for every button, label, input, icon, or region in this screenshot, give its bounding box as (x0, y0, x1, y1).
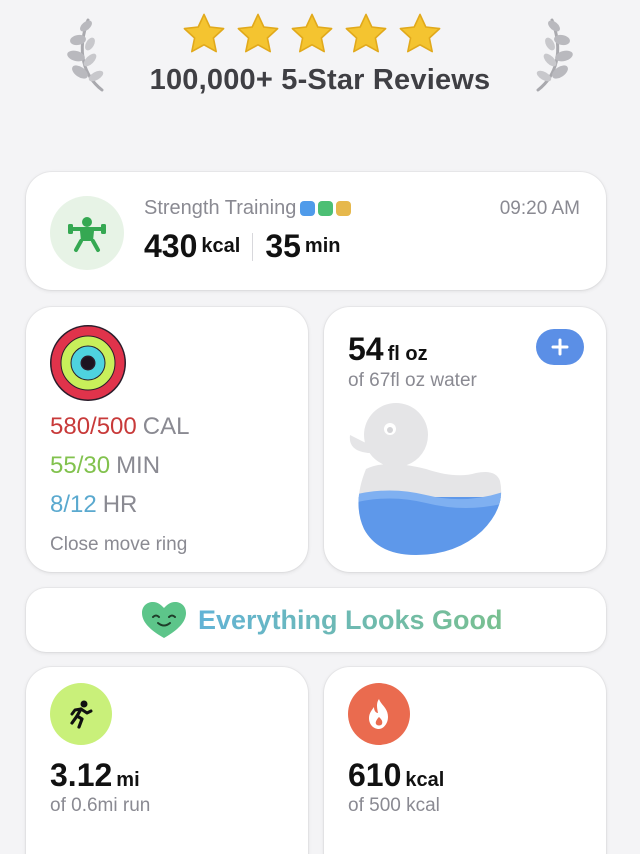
water-value: 54 (348, 331, 384, 367)
source-dot-blue (300, 201, 316, 216)
reviews-header: 100,000+ 5-Star Reviews (0, 0, 640, 150)
workout-time: 09:20 AM (499, 198, 580, 219)
run-metric: 3.12 mi (50, 757, 140, 794)
activity-rings-icon (48, 323, 128, 403)
run-value: 3.12 (50, 757, 113, 793)
close-ring-hint: Close move ring (50, 534, 188, 555)
exercise-line: 55/30 MIN (50, 452, 160, 480)
smiling-heart-icon (140, 600, 188, 640)
calories-metric: 610 kcal (348, 757, 444, 794)
exercise-label: MIN (116, 452, 161, 479)
source-dot-green (318, 201, 334, 216)
workout-duration-unit: min (304, 235, 341, 257)
source-dot-yellow (336, 201, 352, 216)
workout-title-text: Strength Training (144, 197, 297, 219)
calories-bars-chart (324, 827, 606, 854)
run-card[interactable]: 3.12 mi of 0.6mi run (26, 667, 308, 854)
star-icon (396, 10, 444, 58)
run-goal: of 0.6mi run (50, 795, 151, 816)
stats-divider (252, 232, 254, 261)
workout-duration: 35 (265, 228, 301, 264)
move-label: CAL (142, 413, 190, 440)
water-goal: of 67fl oz water (348, 370, 477, 391)
star-icon (234, 10, 282, 58)
activity-rings-card[interactable]: 580/500 CAL 55/30 MIN 8/12 HR Close move ri… (26, 307, 308, 572)
move-line: 580/500 CAL (50, 413, 189, 441)
calories-value: 610 (348, 757, 402, 793)
plus-icon (551, 338, 569, 356)
rating-stars (180, 10, 444, 58)
flame-icon (348, 683, 410, 745)
calories-goal: of 500 kcal (348, 795, 440, 816)
status-banner[interactable]: Everything Looks Good (26, 588, 606, 652)
run-bars-chart (26, 827, 308, 854)
stand-label: HR (102, 491, 138, 518)
calories-card[interactable]: 610 kcal of 500 kcal (324, 667, 606, 854)
reviews-label: 100,000+ 5-Star Reviews (149, 64, 491, 96)
water-unit: fl oz (387, 343, 428, 365)
move-value: 580/500 (50, 413, 137, 440)
workout-source-dots (300, 201, 352, 216)
stand-value: 8/12 (50, 491, 97, 518)
workout-calories: 430 (144, 228, 198, 264)
workout-title: Strength Training (144, 197, 352, 220)
running-icon (50, 683, 112, 745)
star-icon (180, 10, 228, 58)
star-icon (342, 10, 390, 58)
weightlifter-icon (50, 196, 124, 270)
star-icon (288, 10, 336, 58)
water-card[interactable]: 54 fl oz of 67fl oz water (324, 307, 606, 572)
stand-line: 8/12 HR (50, 491, 137, 519)
exercise-value: 55/30 (50, 452, 111, 479)
add-water-button[interactable] (536, 329, 584, 365)
calories-unit: kcal (405, 769, 445, 791)
run-unit: mi (116, 769, 140, 791)
workout-card[interactable]: Strength Training 09:20 AM 430 kcal 35 m… (26, 172, 606, 290)
rubber-duck-icon (346, 399, 506, 561)
water-amount: 54 fl oz (348, 331, 428, 368)
workout-stats: 430 kcal 35 min (144, 228, 340, 265)
workout-calories-unit: kcal (201, 235, 241, 257)
status-text: Everything Looks Good (198, 605, 503, 635)
